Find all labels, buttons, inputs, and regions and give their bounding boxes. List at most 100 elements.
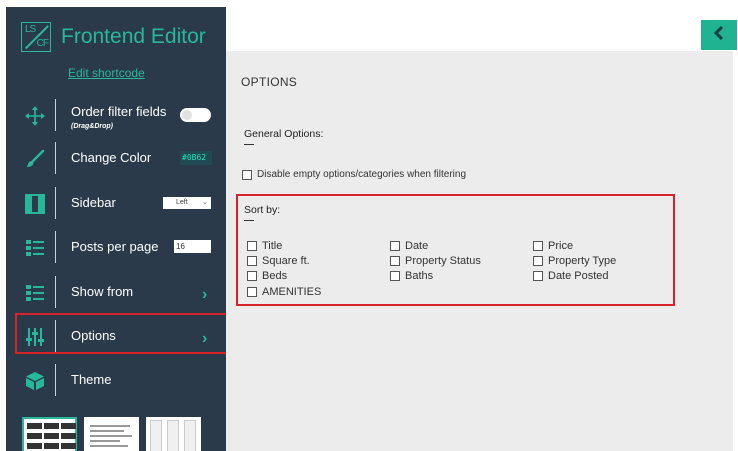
columns-icon [24,193,46,215]
sort-option[interactable]: Property Status [390,255,481,267]
sidebar-item-theme[interactable]: Theme [6,360,226,400]
thumb-cell [44,433,59,439]
thumb-column [167,420,179,451]
checkbox-label: Square ft. [262,255,310,267]
theme-thumbnail-grid[interactable] [22,417,77,451]
theme-thumbnails [22,417,212,451]
color-input[interactable]: #0B62 [180,151,212,165]
thumb-cell [61,443,76,449]
thumb-line [90,440,120,442]
thumb-cell [61,433,76,439]
checkbox[interactable] [533,256,543,266]
sidebar-item-posts-per-page[interactable]: Posts per page 16 [6,227,226,267]
general-options-title: General Options: [244,128,324,140]
thumb-column [184,420,196,451]
sidebar-item-label: Change Color [71,150,152,165]
thumb-line [90,430,124,432]
thumb-cell [44,423,59,429]
order-fields-toggle[interactable] [180,108,211,122]
checkbox[interactable] [242,169,252,180]
checkbox-label: Date [405,240,429,252]
options-panel: OPTIONS General Options: Disable empty o… [226,51,738,451]
sidebar-item-sublabel: (Drag&Drop) [71,123,113,130]
sidebar-item-label: Sidebar [71,195,116,210]
checkbox-label: Baths [405,270,434,282]
app-title: Frontend Editor [61,25,206,48]
logo: LS CF [21,22,51,52]
chevron-left-icon [711,25,727,46]
frontend-editor-page: LS CF Frontend Editor Edit shortcode Ord… [0,0,738,451]
thumb-line [90,445,128,447]
theme-thumbnail-columns[interactable] [146,417,201,451]
checkbox-label: Price [548,240,574,252]
sidebar-item-show-from[interactable]: Show from › [6,272,226,312]
move-arrows-icon [24,105,46,127]
sidebar-item-label: Theme [71,372,112,387]
panel-title: OPTIONS [241,75,298,89]
sort-by-title: Sort by: [244,204,281,216]
divider [55,99,56,131]
sort-option[interactable]: Title [247,240,282,252]
checkbox[interactable] [247,271,257,281]
thumb-line [90,435,132,437]
checkbox[interactable] [247,287,257,297]
list-icon [24,282,46,304]
sort-option[interactable]: Date [390,240,428,252]
edit-shortcode-link[interactable]: Edit shortcode [68,66,145,80]
divider [55,364,56,396]
sidebar-item-label: Posts per page [71,239,159,254]
thumb-cell [27,433,42,439]
checkbox-label: Date Posted [548,270,609,282]
sidebar-item-order-filter-fields[interactable]: Order filter fields (Drag&Drop) [6,95,226,135]
checkbox-label: Title [262,240,283,252]
checkbox[interactable] [390,271,400,281]
section-underline [244,220,254,221]
checkbox[interactable] [533,271,543,281]
cube-icon [24,370,46,392]
sidebar-position-select[interactable]: Left ⌄ [163,197,211,209]
sort-option[interactable]: Date Posted [533,270,609,282]
sort-option[interactable]: Baths [390,270,433,282]
options-highlight-box [15,313,233,354]
thumb-cell [44,443,59,449]
checkbox[interactable] [247,256,257,266]
sort-option[interactable]: Property Type [533,255,616,267]
list-icon [24,237,46,259]
posts-per-page-input[interactable]: 16 [174,240,211,253]
sidebar-item-label: Show from [71,284,134,299]
section-underline [244,144,254,145]
sidebar-item-sidebar[interactable]: Sidebar Left ⌄ [6,183,226,223]
select-value: Left [176,199,188,206]
checkbox[interactable] [390,241,400,251]
chevron-right-icon: › [202,286,208,303]
thumb-column [150,420,162,451]
checkbox[interactable] [390,256,400,266]
thumb-cell [27,443,42,449]
divider [55,276,56,308]
checkbox-label: Disable empty options/categories when fi… [257,169,466,180]
sort-option[interactable]: Square ft. [247,255,310,267]
checkbox[interactable] [247,241,257,251]
sort-option[interactable]: Beds [247,270,287,282]
checkbox-label: Property Status [405,255,481,267]
sort-option[interactable]: Price [533,240,573,252]
disable-empty-option[interactable]: Disable empty options/categories when fi… [242,169,466,180]
divider [55,231,56,263]
checkbox-label: Property Type [548,255,617,267]
sidebar-item-change-color[interactable]: Change Color #0B62 [6,138,226,178]
chevron-down-icon: ⌄ [202,199,208,206]
app-header: LS CF Frontend Editor [21,22,206,52]
collapse-button[interactable] [701,20,737,50]
sidebar-item-label: Order filter fields [71,104,167,119]
thumb-cell [27,423,42,429]
right-edge [733,51,738,451]
checkbox[interactable] [533,241,543,251]
theme-thumbnail-list[interactable] [84,417,139,451]
checkbox-label: Beds [262,270,288,282]
logo-text-bottom: CF [36,38,49,49]
brush-icon [24,148,46,170]
sort-option[interactable]: AMENITIES [247,286,321,298]
divider [55,187,56,219]
logo-text-top: LS [25,24,36,35]
thumb-cell [61,423,76,429]
